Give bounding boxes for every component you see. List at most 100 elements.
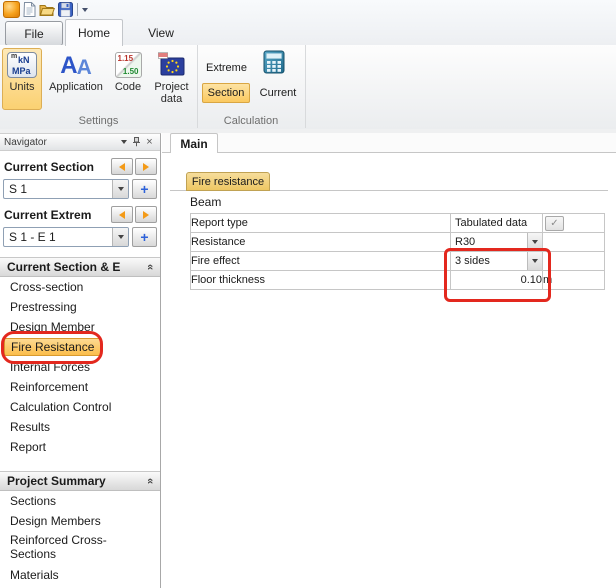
quick-access-toolbar	[3, 1, 88, 18]
application-button[interactable]: A A Application	[44, 48, 108, 110]
tab-main[interactable]: Main	[170, 133, 218, 153]
nav-item-design-member[interactable]: Design Member	[0, 317, 160, 337]
add-extreme-button[interactable]: +	[132, 227, 157, 247]
nav-item-reinforced-cross-sections[interactable]: Reinforced Cross-Sections	[0, 531, 160, 565]
arrow-left-icon	[119, 163, 125, 171]
navigator-title: Navigator	[4, 137, 47, 148]
code-button[interactable]: 1.15 1.50 Code	[110, 48, 146, 110]
current-section-row: Current Section	[0, 157, 160, 177]
previous-extreme-button[interactable]	[111, 206, 133, 223]
nav-item-report[interactable]: Report	[0, 437, 160, 457]
tab-file[interactable]: File	[5, 21, 63, 46]
property-name: Resistance	[191, 233, 451, 252]
application-icon-letter2: A	[77, 57, 92, 78]
report-type-checkbox[interactable]: ✓	[545, 216, 564, 231]
collapse-icon[interactable]: «	[144, 478, 156, 484]
units-icon-prefix: m	[11, 53, 17, 60]
beam-label: Beam	[190, 195, 221, 209]
units-icon-line2: MPa	[12, 66, 31, 76]
application-button-label: Application	[49, 81, 103, 93]
dropdown-arrow-icon[interactable]	[527, 233, 542, 251]
group-header-current-section[interactable]: Current Section & E «	[0, 257, 160, 277]
group-header-project-summary[interactable]: Project Summary «	[0, 471, 160, 491]
units-icon: m kN MPa	[7, 52, 37, 78]
nav-item-fire-resistance[interactable]: Fire Resistance	[0, 337, 160, 357]
code-icon-value1: 1.15	[118, 54, 134, 63]
fire-effect-value: 3 sides	[451, 252, 527, 270]
fire-effect-select[interactable]: 3 sides	[451, 252, 542, 270]
property-row-fire-effect: Fire effect 3 sides	[191, 252, 605, 271]
nav-item-internal-forces[interactable]: Internal Forces	[0, 357, 160, 377]
calculation-group-label: Calculation	[197, 115, 305, 127]
dropdown-arrow-icon[interactable]	[527, 252, 542, 270]
code-button-label: Code	[115, 81, 141, 93]
code-icon: 1.15 1.50	[115, 52, 142, 78]
main-area: Main Fire resistance Beam Report type Ta…	[162, 133, 616, 588]
next-section-button[interactable]	[135, 158, 157, 175]
current-button[interactable]: Current	[254, 83, 302, 103]
current-extreme-value: S 1 - E 1	[4, 228, 112, 246]
combo-dropdown-icon[interactable]	[112, 180, 128, 198]
settings-group-label: Settings	[0, 115, 197, 127]
application-icon-letter1: A	[60, 54, 77, 78]
nav-item-cross-section[interactable]: Cross-section	[0, 277, 160, 297]
current-extreme-row: Current Extrem	[0, 205, 160, 225]
tab-view[interactable]: View	[139, 21, 183, 44]
project-data-button-label: Project data	[149, 81, 194, 105]
main-tabstrip	[162, 133, 616, 153]
ribbon: m kN MPa Units A A Application 1.15 1.50…	[0, 45, 616, 130]
arrow-left-icon	[119, 211, 125, 219]
group-header-label: Project Summary	[7, 474, 106, 488]
extreme-button[interactable]: Extreme	[206, 62, 247, 74]
group-header-label: Current Section & E	[7, 260, 120, 274]
property-row-report-type: Report type Tabulated data ✓	[191, 214, 605, 233]
floor-thickness-input[interactable]: 0.10	[451, 271, 543, 290]
close-icon[interactable]: ×	[143, 136, 156, 148]
current-section-label: Current Section	[4, 160, 94, 174]
previous-section-button[interactable]	[111, 158, 133, 175]
next-extreme-button[interactable]	[135, 206, 157, 223]
property-name: Floor thickness	[191, 271, 451, 290]
units-button[interactable]: m kN MPa Units	[2, 48, 42, 110]
current-extreme-select[interactable]: S 1 - E 1	[3, 227, 129, 247]
report-type-value[interactable]: Tabulated data	[451, 217, 542, 229]
collapse-icon[interactable]: «	[144, 264, 156, 270]
new-document-icon[interactable]	[23, 1, 36, 18]
resistance-value: R30	[451, 233, 527, 251]
nav-item-results[interactable]: Results	[0, 417, 160, 437]
units-button-label: Units	[9, 81, 34, 93]
property-name: Fire effect	[191, 252, 451, 271]
arrow-right-icon	[143, 163, 149, 171]
tab-fire-resistance[interactable]: Fire resistance	[186, 172, 270, 191]
properties-table: Report type Tabulated data ✓ Resistance …	[190, 213, 605, 290]
open-folder-icon[interactable]	[39, 1, 55, 18]
section-combo-row: S 1 +	[3, 179, 157, 199]
current-extreme-label: Current Extrem	[4, 208, 91, 222]
resistance-select[interactable]: R30	[451, 233, 542, 251]
project-data-button[interactable]: Project data	[148, 48, 195, 110]
nav-item-calculation-control[interactable]: Calculation Control	[0, 397, 160, 417]
nav-item-reinforcement[interactable]: Reinforcement	[0, 377, 160, 397]
property-name: Report type	[191, 214, 451, 233]
qat-separator	[77, 3, 78, 16]
current-section-select[interactable]: S 1	[3, 179, 129, 199]
combo-dropdown-icon[interactable]	[112, 228, 128, 246]
navigator-panel: Navigator × Current Section S 1	[0, 133, 161, 588]
tab-home[interactable]: Home	[65, 19, 123, 46]
qat-customize-icon[interactable]	[82, 1, 88, 18]
units-icon-line1: kN	[18, 55, 30, 65]
add-section-button[interactable]: +	[132, 179, 157, 199]
nav-item-design-members[interactable]: Design Members	[0, 511, 160, 531]
app-logo-icon[interactable]	[3, 1, 20, 18]
nav-item-materials[interactable]: Materials	[0, 565, 160, 585]
save-icon[interactable]	[58, 1, 73, 18]
nav-item-sections[interactable]: Sections	[0, 491, 160, 511]
nav-item-prestressing[interactable]: Prestressing	[0, 297, 160, 317]
section-button[interactable]: Section	[202, 83, 250, 103]
panel-menu-icon[interactable]	[117, 136, 130, 148]
ribbon-group-settings: m kN MPa Units A A Application 1.15 1.50…	[0, 45, 198, 128]
pin-icon[interactable]	[130, 136, 143, 148]
project-data-icon	[158, 52, 186, 78]
application-icon: A A	[60, 52, 92, 78]
property-row-floor-thickness: Floor thickness 0.10 m	[191, 271, 605, 290]
